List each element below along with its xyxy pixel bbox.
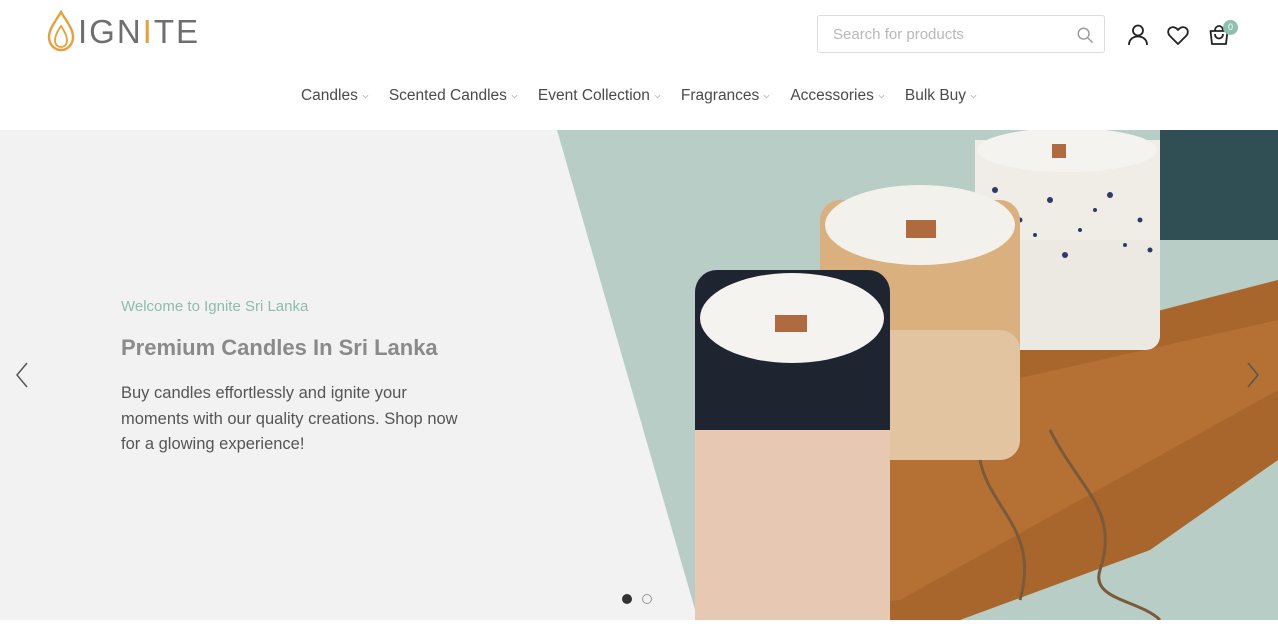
slider-dot-2[interactable] bbox=[642, 594, 652, 604]
user-icon[interactable] bbox=[1126, 23, 1150, 47]
nav-item-bulk-buy[interactable]: Bulk Buy bbox=[905, 84, 977, 108]
chevron-down-icon bbox=[970, 94, 977, 98]
nav-item-label: Event Collection bbox=[537, 87, 650, 104]
arrow-left-icon[interactable] bbox=[15, 362, 29, 388]
nav-item-label: Candles bbox=[300, 87, 358, 104]
nav-item-label: Accessories bbox=[790, 87, 874, 104]
chevron-down-icon bbox=[654, 94, 661, 98]
search-icon[interactable] bbox=[1076, 26, 1094, 44]
arrow-right-icon[interactable] bbox=[1246, 362, 1260, 388]
flame-logo-icon bbox=[47, 10, 75, 52]
hero-content: Welcome to Ignite Sri Lanka Premium Cand… bbox=[121, 298, 501, 458]
hero-title: Premium Candles In Sri Lanka bbox=[121, 335, 438, 360]
hero-slider: Welcome to Ignite Sri Lanka Premium Cand… bbox=[0, 130, 1278, 620]
chevron-down-icon bbox=[511, 94, 518, 98]
chevron-down-icon bbox=[763, 94, 770, 98]
nav-item-label: Bulk Buy bbox=[904, 87, 967, 104]
hero-kicker: Welcome to Ignite Sri Lanka bbox=[121, 298, 309, 315]
site-logo[interactable]: IGNITE bbox=[46, 10, 200, 52]
chevron-down-icon bbox=[362, 94, 369, 98]
hero-description: Buy candles effortlessly and ignite your… bbox=[121, 384, 458, 453]
slider-dot-1[interactable] bbox=[622, 594, 632, 604]
nav-item-fragrances[interactable]: Fragrances bbox=[681, 84, 770, 108]
search-input[interactable] bbox=[818, 16, 1083, 52]
site-header: IGNITE 0 Candles Scented Candles Event C… bbox=[0, 0, 1278, 130]
nav-item-candles[interactable]: Candles bbox=[301, 84, 369, 108]
nav-item-scented-candles[interactable]: Scented Candles bbox=[389, 84, 518, 108]
chevron-down-icon bbox=[878, 94, 885, 98]
search-box bbox=[817, 15, 1105, 53]
nav-item-label: Fragrances bbox=[680, 87, 760, 104]
nav-item-event-collection[interactable]: Event Collection bbox=[538, 84, 661, 108]
main-nav: Candles Scented Candles Event Collection… bbox=[0, 84, 1278, 108]
logo-wordmark: IGNITE bbox=[78, 12, 201, 50]
cart-count-badge: 0 bbox=[1223, 20, 1238, 35]
slider-pagination bbox=[622, 594, 652, 604]
nav-item-accessories[interactable]: Accessories bbox=[790, 84, 885, 108]
heart-icon[interactable] bbox=[1166, 23, 1190, 47]
nav-item-label: Scented Candles bbox=[388, 87, 507, 104]
